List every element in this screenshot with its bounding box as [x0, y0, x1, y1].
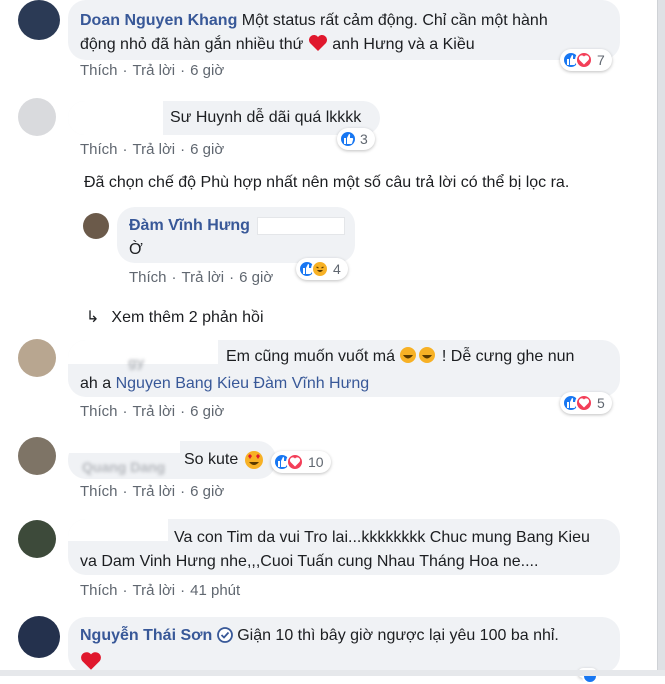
- timestamp[interactable]: 6 giờ: [190, 141, 224, 158]
- reply-link[interactable]: Trả lời: [133, 141, 176, 158]
- timestamp[interactable]: 41 phút: [190, 582, 240, 599]
- laughing-emoji-icon: [399, 346, 437, 372]
- reply-link[interactable]: Trả lời: [182, 269, 225, 286]
- heart-eyes-emoji-icon: [244, 450, 264, 478]
- reaction-summary[interactable]: 7: [560, 49, 612, 71]
- love-reaction-icon: [575, 394, 593, 412]
- reply-link[interactable]: Trả lời: [133, 582, 176, 599]
- haha-reaction-icon: [311, 260, 329, 278]
- avatar[interactable]: [18, 520, 56, 558]
- reaction-count: 5: [597, 395, 605, 411]
- window-edge: [657, 0, 665, 676]
- avatar[interactable]: [18, 616, 60, 658]
- timestamp[interactable]: 6 giờ: [190, 483, 224, 500]
- comment-actions: Thích · Trả lời · 41 phút: [80, 582, 241, 599]
- reaction-count: 4: [333, 261, 341, 277]
- timestamp[interactable]: 6 giờ: [190, 403, 224, 420]
- comment-text: Giận 10 thì bây giờ ngược lại yêu 100 ba…: [237, 627, 559, 644]
- comment-actions: Thích · Trả lời · 6 giờ: [80, 141, 225, 158]
- comment-text: Va con Tim da vui Tro lai...kkkkkkkk Chu…: [174, 529, 590, 546]
- comment-author[interactable]: Doan Nguyen Khang: [80, 12, 237, 29]
- like-link[interactable]: Thích: [80, 62, 118, 79]
- comment-text: So kute: [184, 451, 239, 468]
- comment-actions: Thích · Trả lời · 6 giờ: [80, 483, 225, 500]
- avatar[interactable]: [18, 0, 60, 40]
- like-link[interactable]: Thích: [129, 269, 167, 286]
- comment-actions: Thích · Trả lời · 6 giờ: [80, 62, 225, 79]
- comment-text: Ờ: [129, 241, 143, 258]
- comment-text: Em cũng muốn vuốt má: [226, 348, 395, 365]
- comment-text: ! Dễ cưng ghe nun: [441, 348, 575, 365]
- comment-bubble: Sư Huynh dễ dãi quá lkkkk: [68, 101, 380, 135]
- hidden-name-extension: [257, 217, 345, 235]
- like-link[interactable]: Thích: [80, 582, 118, 599]
- reaction-count: 7: [597, 52, 605, 68]
- comment-bubble: Va con Tim da vui Tro lai...kkkkkkkk Chu…: [68, 519, 620, 575]
- mention-link[interactable]: Nguyen Bang Kieu Đàm Vĩnh Hưng: [116, 375, 370, 392]
- avatar[interactable]: [18, 98, 56, 136]
- hidden-author-name: [68, 519, 168, 541]
- reply-arrow-icon: ↳: [86, 309, 100, 326]
- comment-text: Một status rất cảm động. Chỉ cần một hàn…: [241, 12, 548, 29]
- comment-text: anh Hưng và a Kiều: [332, 36, 475, 53]
- reply-actions: Thích · Trả lời · 6 giờ: [129, 269, 274, 286]
- reaction-summary[interactable]: 5: [560, 392, 612, 414]
- like-link[interactable]: Thích: [80, 141, 118, 158]
- hidden-author-name: [68, 101, 163, 135]
- comment-text: va Dam Vinh Hưng nhe,,,Cuoi Tuấn cung Nh…: [80, 553, 539, 570]
- hidden-author-name: [68, 441, 180, 453]
- like-reaction-icon: [339, 130, 357, 148]
- reply-link[interactable]: Trả lời: [133, 62, 176, 79]
- love-reaction-icon: [575, 51, 593, 69]
- view-more-label: Xem thêm 2 phản hồi: [111, 309, 264, 326]
- avatar[interactable]: [18, 437, 56, 475]
- heart-icon: [308, 34, 328, 60]
- reaction-summary[interactable]: 3: [337, 128, 375, 150]
- love-reaction-icon: [286, 453, 304, 471]
- comment-bubble: Quang Dang So kute: [68, 441, 276, 479]
- reply-link[interactable]: Trả lời: [133, 483, 176, 500]
- blurred-author: gy: [128, 354, 145, 370]
- comment-text: Sư Huynh dễ dãi quá lkkkk: [170, 109, 362, 126]
- reply-link[interactable]: Trả lời: [133, 403, 176, 420]
- timestamp[interactable]: 6 giờ: [239, 269, 273, 286]
- verified-badge-icon: [216, 627, 233, 651]
- comment-bubble: gy Em cũng muốn vuốt má ! Dễ cưng ghe nu…: [68, 340, 620, 397]
- comment-bubble: Nguyễn Thái Sơn Giận 10 thì bây giờ ngượ…: [68, 617, 620, 673]
- like-link[interactable]: Thích: [80, 403, 118, 420]
- comment-bubble: Doan Nguyen Khang Một status rất cảm độn…: [68, 0, 620, 60]
- reaction-count: 10: [308, 454, 324, 470]
- comment-actions: Thích · Trả lời · 6 giờ: [80, 403, 225, 420]
- window-edge: [0, 670, 665, 676]
- view-more-replies[interactable]: ↳ Xem thêm 2 phản hồi: [86, 307, 264, 327]
- comment-author[interactable]: Đàm Vĩnh Hưng: [129, 217, 250, 234]
- reply-bubble: Đàm Vĩnh Hưng Ờ: [117, 207, 355, 263]
- blurred-author: Quang Dang: [82, 459, 166, 475]
- comment-text: động nhỏ đã hàn gắn nhiều thứ: [80, 36, 304, 53]
- comment-text: ah a: [80, 375, 112, 392]
- like-link[interactable]: Thích: [80, 483, 118, 500]
- reaction-summary[interactable]: 4: [296, 258, 348, 280]
- avatar[interactable]: [18, 339, 56, 377]
- filter-notice: Đã chọn chế độ Phù hợp nhất nên một số c…: [84, 174, 570, 191]
- reaction-count: 3: [360, 131, 368, 147]
- avatar[interactable]: [83, 213, 109, 239]
- timestamp[interactable]: 6 giờ: [190, 62, 224, 79]
- comment-author[interactable]: Nguyễn Thái Sơn: [80, 627, 212, 644]
- reaction-summary[interactable]: 10: [271, 451, 331, 473]
